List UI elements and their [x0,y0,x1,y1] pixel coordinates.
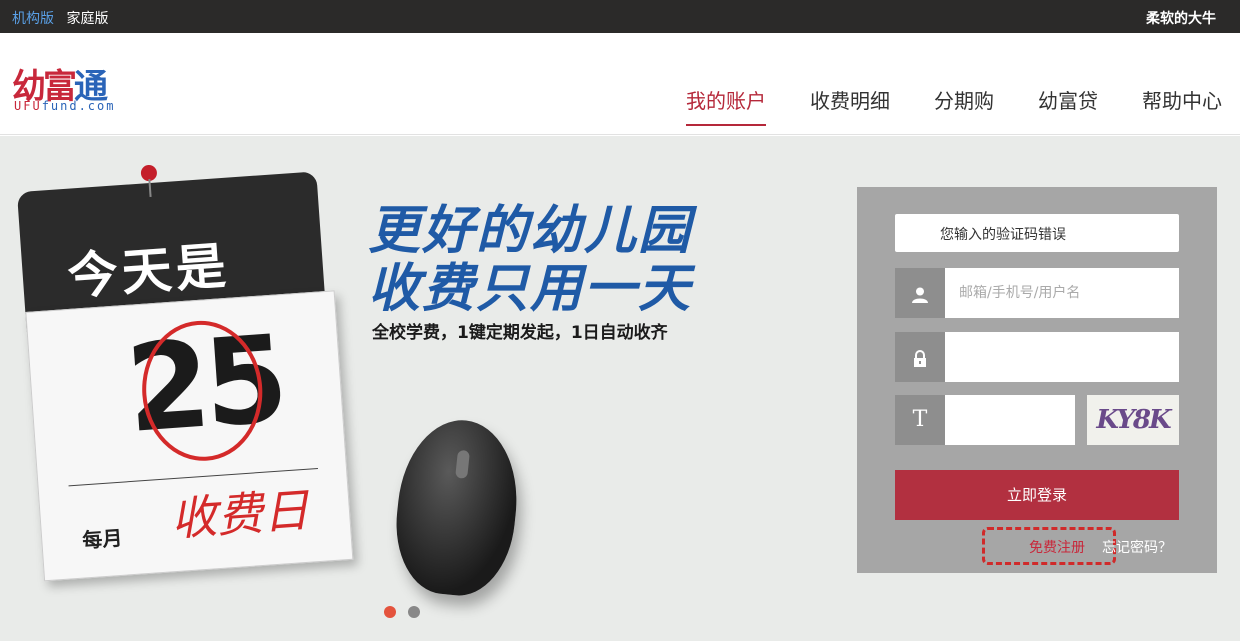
captcha-image[interactable]: KY8K [1087,395,1179,445]
nav-installment[interactable]: 分期购 [934,85,994,114]
logo-domain-blue: fund.com [41,99,116,113]
captcha-field: T [895,395,1075,445]
username-field [895,268,1179,318]
slogan-subtitle: 全校学费，1键定期发起，1日自动收齐 [372,323,668,343]
slogan-line-1: 更好的幼儿园 [368,201,693,261]
main-nav: 我的账户 收费明细 分期购 幼富贷 帮助中心 [642,85,1222,126]
slogan-line-2: 收费只用一天 [368,259,693,319]
family-version-link[interactable]: 家庭版 [66,11,108,27]
login-button[interactable]: 立即登录 [895,470,1179,520]
mouse-wheel [455,449,470,479]
institution-version-link[interactable]: 机构版 [12,11,54,27]
header: 幼富通 UFUfund.com 我的账户 收费明细 分期购 幼富贷 帮助中心 [0,33,1240,135]
captcha-input[interactable] [945,395,1075,445]
calendar-header-text: 今天是 [65,236,232,306]
calendar-page: 25 每月 收费日 [25,290,354,582]
username-input[interactable] [945,268,1179,318]
nav-loan[interactable]: 幼富贷 [1038,85,1098,114]
error-message: 您输入的验证码错误 [895,214,1179,252]
login-links: 免费注册 忘记密码？ [982,527,1184,565]
nav-my-account[interactable]: 我的账户 [686,85,766,126]
hero-banner: 今天是 25 每月 收费日 更好的幼儿园 收费只用一天 全校学费，1键定期发起，… [0,136,1240,641]
carousel-dot-1[interactable] [384,606,396,618]
logo-domain-red: UFU [14,99,42,113]
nav-fee-details[interactable]: 收费明细 [810,85,890,114]
text-t-icon: T [895,395,945,445]
user-icon [895,268,945,318]
pushpin-icon [140,164,158,182]
user-name[interactable]: 柔软的大牛 [1146,8,1216,28]
calendar-month-label: 每月 [81,525,124,553]
lock-icon [895,332,945,382]
login-panel: 您输入的验证码错误 T KY8K [857,187,1217,573]
top-bar: 机构版 家庭版 柔软的大牛 [0,0,1240,33]
logo[interactable]: 幼富通 UFUfund.com [12,59,142,119]
password-field [895,332,1179,382]
forgot-password-link[interactable]: 忘记密码？ [1102,537,1172,557]
version-switch: 机构版 家庭版 [12,8,116,28]
register-link[interactable]: 免费注册 [1029,537,1085,557]
logo-domain: UFUfund.com [14,99,115,113]
password-input[interactable] [945,332,1179,382]
calendar-illustration: 今天是 25 每月 收费日 [16,164,354,582]
calendar-handwriting: 收费日 [169,482,311,547]
carousel-dot-2[interactable] [408,606,420,618]
slogan-headline: 更好的幼儿园 收费只用一天 [368,202,692,318]
carousel-indicators [384,606,432,618]
computer-mouse-image [389,414,525,601]
nav-help-center[interactable]: 帮助中心 [1142,85,1222,114]
